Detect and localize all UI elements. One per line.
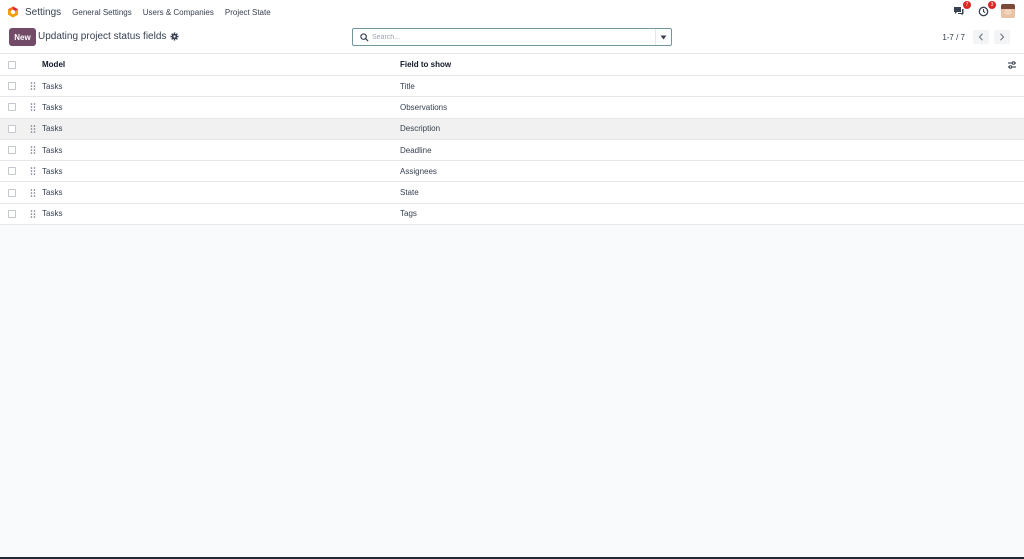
odoo-app-icon[interactable] xyxy=(6,5,20,19)
table-row[interactable]: Tasks Deadline xyxy=(0,140,1024,162)
activities-badge: 3 xyxy=(988,1,996,9)
table-row[interactable]: Tasks Tags xyxy=(0,204,1024,226)
cell-model: Tasks xyxy=(42,166,63,176)
user-avatar[interactable] xyxy=(1001,4,1015,18)
top-navbar: Settings General Settings Users & Compan… xyxy=(0,0,1024,24)
cell-field: State xyxy=(400,188,419,198)
drag-handle-icon[interactable] xyxy=(30,146,36,154)
pager: 1-7 / 7 xyxy=(942,30,1010,44)
systray: 7 3 xyxy=(951,1,1015,18)
table-row[interactable]: Tasks Assignees xyxy=(0,161,1024,183)
table-row[interactable]: Tasks State xyxy=(0,182,1024,204)
drag-handle-icon[interactable] xyxy=(30,210,36,218)
column-header-model[interactable]: Model xyxy=(42,60,65,69)
list-header: Model Field to show xyxy=(0,54,1024,76)
table-row[interactable]: Tasks Title xyxy=(0,76,1024,98)
row-checkbox[interactable] xyxy=(8,124,16,133)
gear-icon[interactable] xyxy=(170,32,179,41)
drag-handle-icon[interactable] xyxy=(30,124,36,133)
table-row[interactable]: Tasks Description xyxy=(0,118,1024,140)
table-row[interactable]: Tasks Observations xyxy=(0,97,1024,119)
nav-general-settings[interactable]: General Settings xyxy=(72,8,132,17)
column-header-field[interactable]: Field to show xyxy=(400,60,451,69)
cell-model: Tasks xyxy=(42,188,63,198)
app-name[interactable]: Settings xyxy=(25,7,61,18)
activities-clock-icon[interactable]: 3 xyxy=(976,1,996,18)
optional-columns-icon[interactable] xyxy=(1007,60,1017,70)
row-checkbox[interactable] xyxy=(8,103,16,112)
search-input[interactable] xyxy=(372,29,655,45)
cell-field: Tags xyxy=(400,209,417,219)
nav-users-companies[interactable]: Users & Companies xyxy=(143,8,214,17)
row-checkbox[interactable] xyxy=(8,209,16,218)
cell-field: Assignees xyxy=(400,166,437,176)
cell-model: Tasks xyxy=(42,145,63,155)
cell-field: Description xyxy=(400,124,441,134)
cell-model: Tasks xyxy=(42,81,63,91)
breadcrumb: Updating project status fields xyxy=(38,31,179,42)
drag-handle-icon[interactable] xyxy=(30,82,36,90)
new-button[interactable]: New xyxy=(9,28,36,46)
messages-badge: 7 xyxy=(963,1,971,9)
row-checkbox[interactable] xyxy=(8,167,16,176)
pager-value[interactable]: 1-7 / 7 xyxy=(942,33,965,42)
cell-field: Title xyxy=(400,81,415,91)
cell-model: Tasks xyxy=(42,102,63,112)
nav-project-state[interactable]: Project State xyxy=(225,8,271,17)
list-view: Model Field to show Tasks Title Tasks Ob… xyxy=(0,54,1024,226)
cell-field: Deadline xyxy=(400,145,432,155)
row-checkbox[interactable] xyxy=(8,82,16,91)
search-box xyxy=(352,28,672,46)
search-icon xyxy=(356,29,372,45)
drag-handle-icon[interactable] xyxy=(30,167,36,176)
cell-field: Observations xyxy=(400,102,448,112)
pager-previous-icon[interactable] xyxy=(973,30,989,44)
row-checkbox[interactable] xyxy=(8,146,16,155)
cell-model: Tasks xyxy=(42,124,63,134)
select-all-checkbox[interactable] xyxy=(8,60,16,69)
search-options-toggle[interactable] xyxy=(655,29,671,45)
cell-model: Tasks xyxy=(42,209,63,219)
row-checkbox[interactable] xyxy=(8,188,16,197)
pager-next-icon[interactable] xyxy=(994,30,1010,44)
page-title: Updating project status fields xyxy=(38,31,167,42)
drag-handle-icon[interactable] xyxy=(30,103,36,112)
control-panel: New Updating project status fields 1-7 /… xyxy=(0,24,1024,54)
drag-handle-icon[interactable] xyxy=(30,188,36,197)
messages-icon[interactable]: 7 xyxy=(951,1,971,18)
